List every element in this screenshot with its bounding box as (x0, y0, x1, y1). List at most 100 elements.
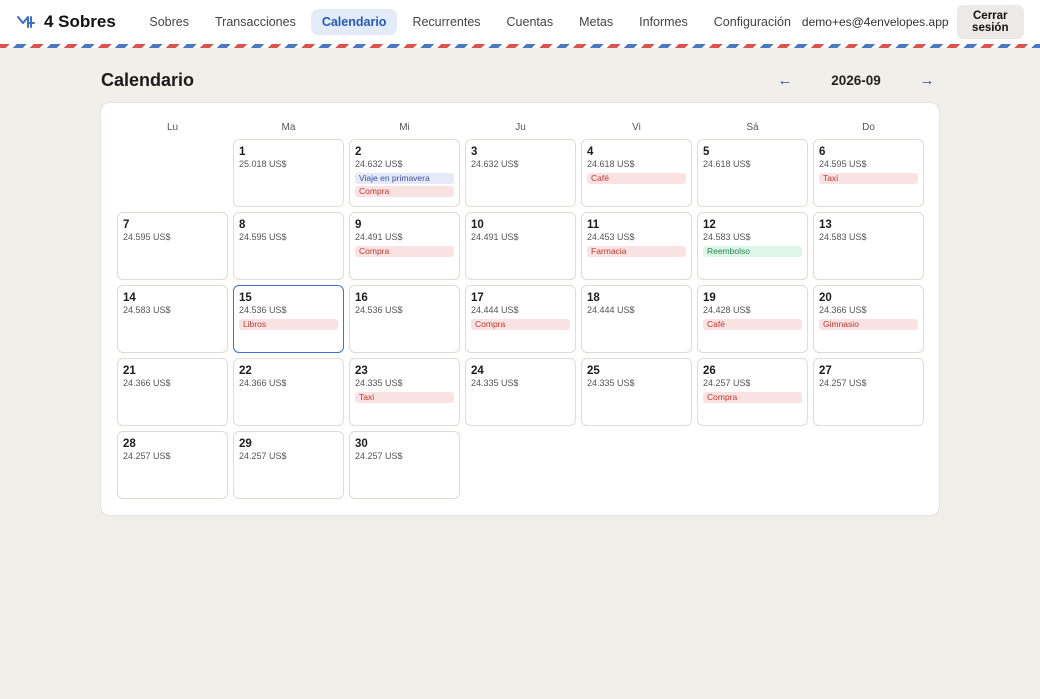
day-number: 17 (471, 292, 484, 304)
calendar-day-23[interactable]: 23 24.335 US$ Taxi (349, 358, 460, 426)
calendar-page: Calendario ← 2026-09 → Lu Ma Mi Ju Vi Sá Do 12… (101, 66, 939, 515)
day-events: Compra (471, 319, 570, 330)
day-events: Gimnasio (819, 319, 918, 330)
day-balance: 24.257 US$ (355, 451, 403, 461)
calendar-day-30[interactable]: 30 24.257 US$ (349, 431, 460, 499)
event-tag[interactable]: Café (703, 319, 802, 330)
nav-item-configuracion[interactable]: Configuración (703, 9, 802, 35)
weekday-header: Ma (281, 121, 296, 133)
event-tag[interactable]: Compra (355, 186, 454, 197)
calendar-day-10[interactable]: 10 24.491 US$ (465, 212, 576, 280)
nav-item-recurrentes[interactable]: Recurrentes (401, 9, 491, 35)
calendar-day-22[interactable]: 22 24.366 US$ (233, 358, 344, 426)
day-number: 1 (239, 146, 246, 158)
calendar-day-13[interactable]: 13 24.583 US$ (813, 212, 924, 280)
calendar-day-1[interactable]: 1 25.018 US$ (233, 139, 344, 207)
next-month-arrow-icon[interactable]: → (915, 72, 939, 89)
event-tag[interactable]: Taxi (819, 173, 918, 184)
event-tag[interactable]: Compra (355, 246, 454, 257)
event-tag[interactable]: Libros (239, 319, 338, 330)
calendar-day-19[interactable]: 19 24.428 US$ Café (697, 285, 808, 353)
calendar-day-20[interactable]: 20 24.366 US$ Gimnasio (813, 285, 924, 353)
day-balance: 24.536 US$ (355, 305, 403, 315)
day-number: 2 (355, 146, 362, 158)
event-tag[interactable]: Gimnasio (819, 319, 918, 330)
event-tag[interactable]: Viaje en primavera (355, 173, 454, 184)
day-events: Compra (355, 246, 454, 257)
day-number: 13 (819, 219, 832, 231)
weekday-header: Sá (746, 121, 759, 133)
day-balance: 24.428 US$ (703, 305, 751, 315)
weekday-header: Do (862, 121, 875, 133)
weekday-header: Mi (399, 121, 410, 133)
day-number: 14 (123, 292, 136, 304)
weekday-header: Lu (166, 121, 179, 133)
nav-item-informes[interactable]: Informes (628, 9, 699, 35)
calendar-day-15[interactable]: 15 24.536 US$ Libros (233, 285, 344, 353)
current-month-label: 2026-09 (831, 72, 881, 88)
airmail-stripe-divider (0, 44, 1040, 48)
day-number: 20 (819, 292, 832, 304)
day-number: 24 (471, 365, 484, 377)
day-balance: 24.583 US$ (123, 305, 171, 315)
calendar-day-9[interactable]: 9 24.491 US$ Compra (349, 212, 460, 280)
empty-day-slot (117, 139, 228, 207)
calendar-day-16[interactable]: 16 24.536 US$ (349, 285, 460, 353)
page-title: Calendario (101, 69, 195, 90)
day-balance: 24.366 US$ (819, 305, 867, 315)
event-tag[interactable]: Compra (703, 392, 802, 403)
nav-item-sobres[interactable]: Sobres (138, 9, 200, 35)
logout-button[interactable]: Cerrar sesión (956, 5, 1024, 39)
calendar-day-24[interactable]: 24 24.335 US$ (465, 358, 576, 426)
nav-item-metas[interactable]: Metas (568, 9, 624, 35)
calendar-day-12[interactable]: 12 24.583 US$ Reembolso (697, 212, 808, 280)
nav-item-calendario[interactable]: Calendario (310, 9, 398, 35)
day-number: 4 (587, 146, 594, 158)
calendar-day-6[interactable]: 6 24.595 US$ Taxi (813, 139, 924, 207)
calendar-day-14[interactable]: 14 24.583 US$ (117, 285, 228, 353)
calendar-day-21[interactable]: 21 24.366 US$ (117, 358, 228, 426)
event-tag[interactable]: Taxi (355, 392, 454, 403)
day-number: 30 (355, 438, 368, 450)
calendar-day-25[interactable]: 25 24.335 US$ (581, 358, 692, 426)
main-nav: Sobres Transacciones Calendario Recurrentes… (138, 9, 802, 35)
calendar-day-7[interactable]: 7 24.595 US$ (117, 212, 228, 280)
calendar-day-3[interactable]: 3 24.632 US$ (465, 139, 576, 207)
day-events: Viaje en primavera Compra (355, 173, 454, 197)
calendar-day-26[interactable]: 26 24.257 US$ Compra (697, 358, 808, 426)
event-tag[interactable]: Café (587, 173, 686, 184)
event-tag[interactable]: Reembolso (703, 246, 802, 257)
calendar-day-28[interactable]: 28 24.257 US$ (117, 431, 228, 499)
calendar-day-18[interactable]: 18 24.444 US$ (581, 285, 692, 353)
day-events: Café (587, 173, 686, 184)
calendar-day-27[interactable]: 27 24.257 US$ (813, 358, 924, 426)
day-number: 27 (819, 365, 832, 377)
calendar-day-4[interactable]: 4 24.618 US$ Café (581, 139, 692, 207)
event-tag[interactable]: Farmacia (587, 246, 686, 257)
day-number: 22 (239, 365, 252, 377)
nav-item-transacciones[interactable]: Transacciones (204, 9, 307, 35)
brand[interactable]: 4 Sobres (16, 12, 138, 32)
day-number: 15 (239, 292, 252, 304)
day-balance: 24.257 US$ (123, 451, 171, 461)
day-balance: 24.257 US$ (703, 378, 751, 388)
day-balance: 24.595 US$ (123, 232, 171, 242)
event-tag[interactable]: Compra (471, 319, 570, 330)
calendar-day-5[interactable]: 5 24.618 US$ (697, 139, 808, 207)
day-balance: 24.335 US$ (587, 378, 635, 388)
day-balance: 24.257 US$ (239, 451, 287, 461)
day-balance: 24.453 US$ (587, 232, 635, 242)
day-number: 19 (703, 292, 716, 304)
calendar-day-29[interactable]: 29 24.257 US$ (233, 431, 344, 499)
day-balance: 25.018 US$ (239, 159, 287, 169)
calendar-day-2[interactable]: 2 24.632 US$ Viaje en primavera Compra (349, 139, 460, 207)
prev-month-arrow-icon[interactable]: ← (773, 72, 797, 89)
calendar-day-8[interactable]: 8 24.595 US$ (233, 212, 344, 280)
calendar-day-11[interactable]: 11 24.453 US$ Farmacia (581, 212, 692, 280)
calendar-day-17[interactable]: 17 24.444 US$ Compra (465, 285, 576, 353)
day-balance: 24.491 US$ (471, 232, 519, 242)
month-navigator: ← 2026-09 → (773, 72, 939, 89)
weekday-header: Vi (632, 121, 641, 133)
nav-item-cuentas[interactable]: Cuentas (496, 9, 565, 35)
day-number: 7 (123, 219, 130, 231)
